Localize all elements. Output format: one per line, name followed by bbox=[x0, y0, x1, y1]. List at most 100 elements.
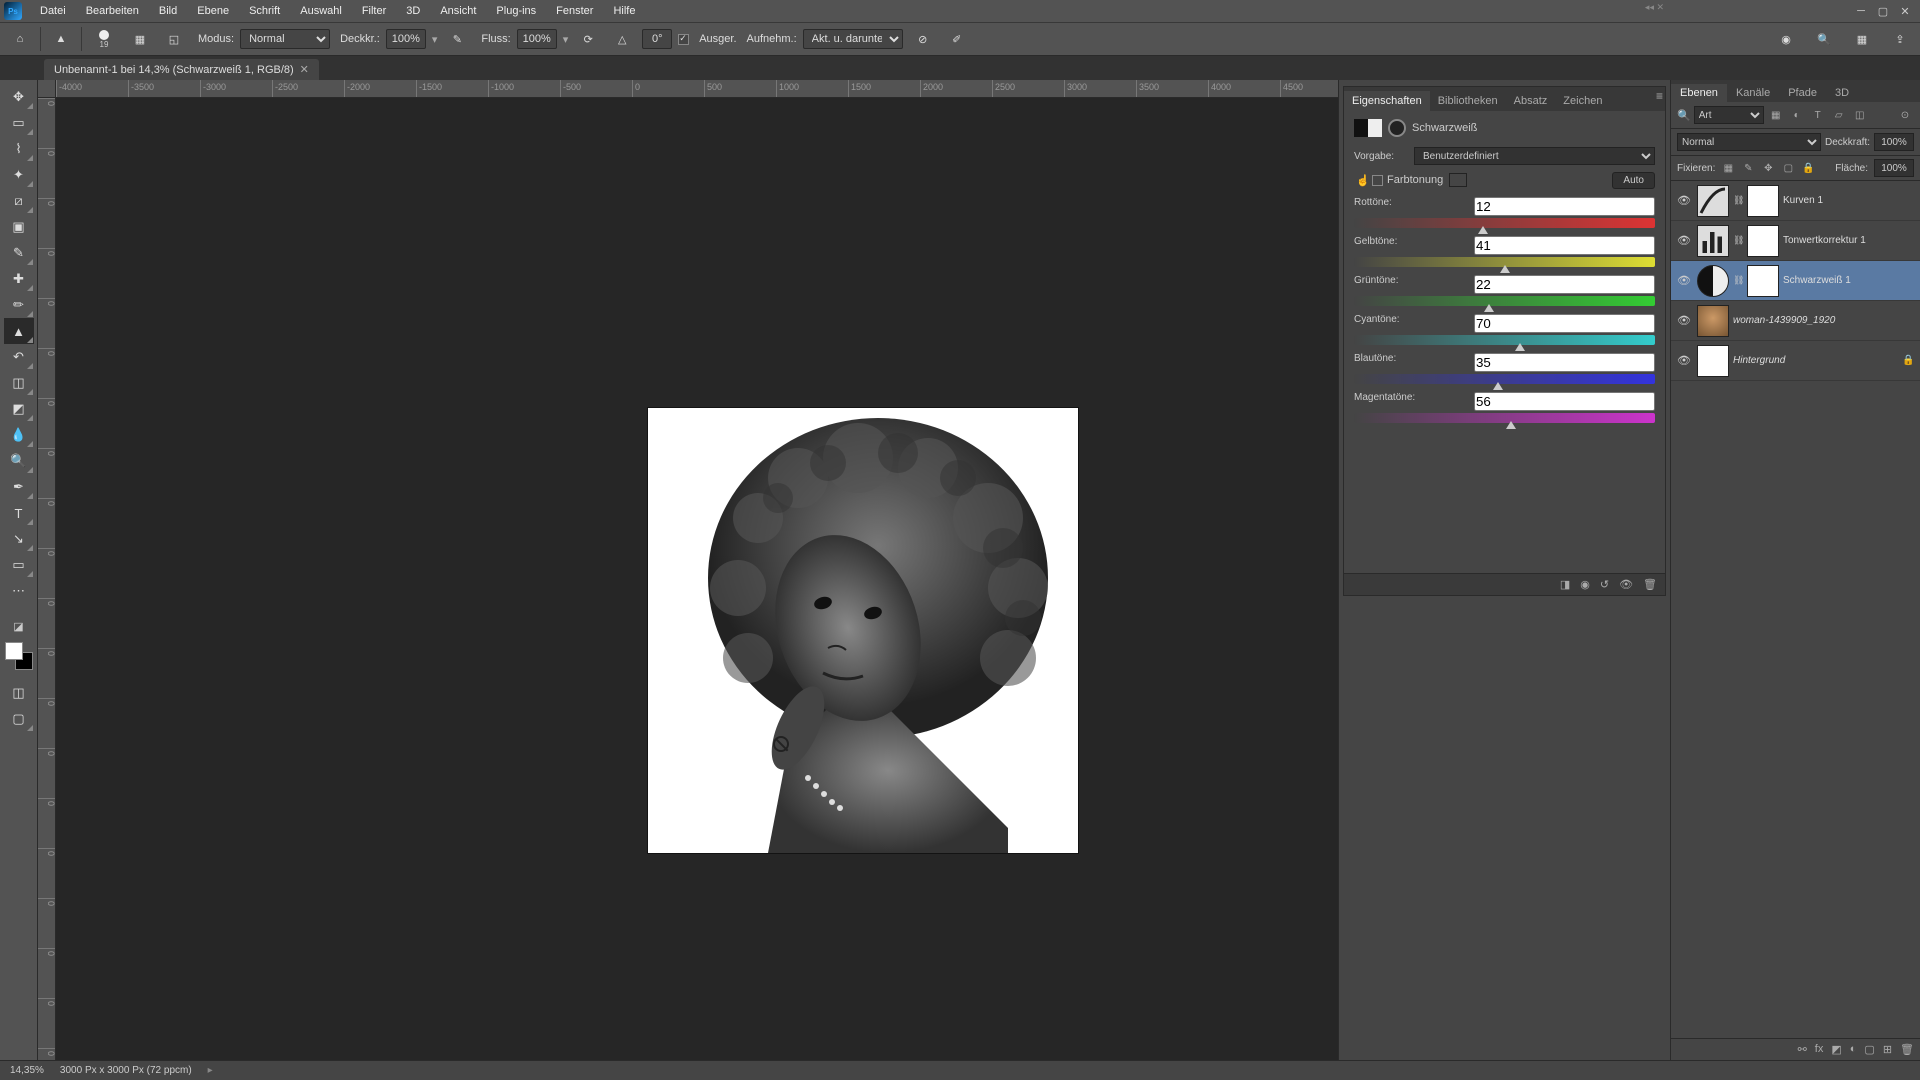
fill-input[interactable] bbox=[1874, 159, 1914, 177]
tab-eigenschaften[interactable]: Eigenschaften bbox=[1344, 91, 1430, 111]
document-info[interactable]: 3000 Px x 3000 Px (72 ppcm) bbox=[60, 1065, 192, 1076]
pressure-size-icon[interactable]: ✐ bbox=[943, 25, 971, 53]
status-more-icon[interactable]: ▸ bbox=[208, 1065, 213, 1076]
menu-auswahl[interactable]: Auswahl bbox=[290, 2, 352, 20]
menu-bearbeiten[interactable]: Bearbeiten bbox=[76, 2, 149, 20]
ruler-origin[interactable] bbox=[38, 80, 56, 98]
filter-type-select[interactable]: Art bbox=[1694, 106, 1764, 124]
slider-value-input[interactable] bbox=[1474, 353, 1655, 372]
visibility-toggle-icon[interactable]: 👁 bbox=[1675, 192, 1693, 210]
view-previous-icon[interactable]: ◉ bbox=[1580, 578, 1590, 591]
window-restore-icon[interactable]: ▢ bbox=[1872, 0, 1894, 22]
document-tab[interactable]: Unbenannt-1 bei 14,3% (Schwarzweiß 1, RG… bbox=[44, 59, 319, 80]
slider-track[interactable] bbox=[1354, 335, 1655, 345]
lock-artboard-icon[interactable]: ▢ bbox=[1781, 161, 1795, 175]
slider-handle[interactable] bbox=[1515, 343, 1525, 351]
filter-smart-icon[interactable]: ◫ bbox=[1851, 106, 1869, 124]
move-tool-icon[interactable]: ✥ bbox=[4, 84, 34, 110]
zoom-percentage[interactable]: 14,35% bbox=[10, 1065, 44, 1076]
share-icon[interactable]: ⇪ bbox=[1886, 25, 1914, 53]
opacity-pressure-icon[interactable]: ✎ bbox=[443, 25, 471, 53]
opacity-input[interactable] bbox=[386, 29, 426, 49]
collapse-panel-icon[interactable]: ◂◂ ✕ bbox=[1645, 2, 1664, 13]
menu-datei[interactable]: Datei bbox=[30, 2, 76, 20]
ignore-adjustment-icon[interactable]: ⊘ bbox=[909, 25, 937, 53]
layer-row[interactable]: 👁 ⛓ Tonwertkorrektur 1 bbox=[1671, 221, 1920, 261]
lock-pixels-icon[interactable]: ✎ bbox=[1741, 161, 1755, 175]
slider-track[interactable] bbox=[1354, 374, 1655, 384]
mask-thumb[interactable] bbox=[1747, 185, 1779, 217]
menu-ebene[interactable]: Ebene bbox=[187, 2, 239, 20]
clone-source-icon[interactable]: ◱ bbox=[160, 25, 188, 53]
tab-3d[interactable]: 3D bbox=[1826, 84, 1858, 102]
path-tool-icon[interactable]: ↘ bbox=[4, 526, 34, 552]
frame-tool-icon[interactable]: ▣ bbox=[4, 214, 34, 240]
menu-3d[interactable]: 3D bbox=[396, 2, 430, 20]
slider-handle[interactable] bbox=[1500, 265, 1510, 273]
mode-select[interactable]: Normal bbox=[240, 29, 330, 49]
menu-fenster[interactable]: Fenster bbox=[546, 2, 603, 20]
canvas-document[interactable] bbox=[648, 408, 1078, 853]
color-swatches[interactable] bbox=[5, 642, 33, 670]
type-tool-icon[interactable]: T bbox=[4, 500, 34, 526]
slider-value-input[interactable] bbox=[1474, 314, 1655, 333]
layer-mask-icon[interactable] bbox=[1388, 119, 1406, 137]
window-minimize-icon[interactable]: ─ bbox=[1850, 0, 1872, 22]
visibility-toggle-icon[interactable]: 👁 bbox=[1675, 232, 1693, 250]
brush-preview[interactable]: 19 bbox=[88, 23, 120, 55]
link-layers-icon[interactable]: ⚯ bbox=[1798, 1043, 1807, 1056]
filter-search-icon[interactable]: 🔍 bbox=[1677, 109, 1691, 122]
quickmask-icon[interactable]: ◫ bbox=[4, 680, 34, 706]
menu-hilfe[interactable]: Hilfe bbox=[603, 2, 645, 20]
slider-value-input[interactable] bbox=[1474, 197, 1655, 216]
toggle-visibility-icon[interactable]: 👁 bbox=[1619, 578, 1633, 591]
angle-icon[interactable]: △ bbox=[608, 25, 636, 53]
default-colors-icon[interactable]: ◪ bbox=[3, 614, 35, 638]
tab-absatz[interactable]: Absatz bbox=[1506, 91, 1556, 111]
layer-mask-add-icon[interactable]: ◩ bbox=[1831, 1043, 1841, 1056]
tab-pfade[interactable]: Pfade bbox=[1779, 84, 1826, 102]
visibility-toggle-icon[interactable]: 👁 bbox=[1675, 272, 1693, 290]
foreground-color-swatch[interactable] bbox=[5, 642, 23, 660]
menu-filter[interactable]: Filter bbox=[352, 2, 396, 20]
blur-tool-icon[interactable]: 💧 bbox=[4, 422, 34, 448]
brush-tool-icon[interactable]: ✏ bbox=[4, 292, 34, 318]
mask-thumb[interactable] bbox=[1747, 225, 1779, 257]
slider-handle[interactable] bbox=[1484, 304, 1494, 312]
eraser-tool-icon[interactable]: ◫ bbox=[4, 370, 34, 396]
crop-tool-icon[interactable]: ⧄ bbox=[4, 188, 34, 214]
gradient-tool-icon[interactable]: ◩ bbox=[4, 396, 34, 422]
shape-tool-icon[interactable]: ▭ bbox=[4, 552, 34, 578]
home-icon[interactable]: ⌂ bbox=[6, 25, 34, 53]
sample-select[interactable]: Akt. u. darunter bbox=[803, 29, 903, 49]
aligned-checkbox[interactable] bbox=[678, 34, 689, 45]
clip-to-layer-icon[interactable]: ◨ bbox=[1560, 578, 1570, 591]
layer-name[interactable]: Tonwertkorrektur 1 bbox=[1783, 235, 1916, 246]
tint-checkbox[interactable] bbox=[1372, 175, 1383, 186]
tab-bibliotheken[interactable]: Bibliotheken bbox=[1430, 91, 1506, 111]
filter-shape-icon[interactable]: ▱ bbox=[1830, 106, 1848, 124]
lasso-tool-icon[interactable]: ⌇ bbox=[4, 136, 34, 162]
link-mask-icon[interactable]: ⛓ bbox=[1733, 275, 1743, 286]
pen-tool-icon[interactable]: ✒ bbox=[4, 474, 34, 500]
flow-input[interactable] bbox=[517, 29, 557, 49]
layer-row[interactable]: 👁 ⛓ Schwarzweiß 1 bbox=[1671, 261, 1920, 301]
layer-name[interactable]: woman-1439909_1920 bbox=[1733, 315, 1916, 326]
reset-icon[interactable]: ↺ bbox=[1600, 578, 1609, 591]
dodge-tool-icon[interactable]: 🔍 bbox=[4, 448, 34, 474]
layer-name[interactable]: Kurven 1 bbox=[1783, 195, 1916, 206]
slider-track[interactable] bbox=[1354, 296, 1655, 306]
search-icon[interactable]: 🔍 bbox=[1810, 25, 1838, 53]
filter-pixel-icon[interactable]: ▦ bbox=[1767, 106, 1785, 124]
filter-adjustment-icon[interactable]: ◐ bbox=[1788, 106, 1806, 124]
slider-track[interactable] bbox=[1354, 218, 1655, 228]
adjustment-layer-icon[interactable]: ◐ bbox=[1850, 1043, 1857, 1056]
slider-value-input[interactable] bbox=[1474, 236, 1655, 255]
menu-bild[interactable]: Bild bbox=[149, 2, 187, 20]
tab-kanaele[interactable]: Kanäle bbox=[1727, 84, 1779, 102]
wand-tool-icon[interactable]: ✦ bbox=[4, 162, 34, 188]
lock-transparency-icon[interactable]: ▦ bbox=[1721, 161, 1735, 175]
preset-select[interactable]: Benutzerdefiniert bbox=[1414, 147, 1655, 165]
ruler-horizontal[interactable]: -4000-3500-3000-2500-2000-1500-1000-5000… bbox=[56, 80, 1338, 98]
marquee-tool-icon[interactable]: ▭ bbox=[4, 110, 34, 136]
